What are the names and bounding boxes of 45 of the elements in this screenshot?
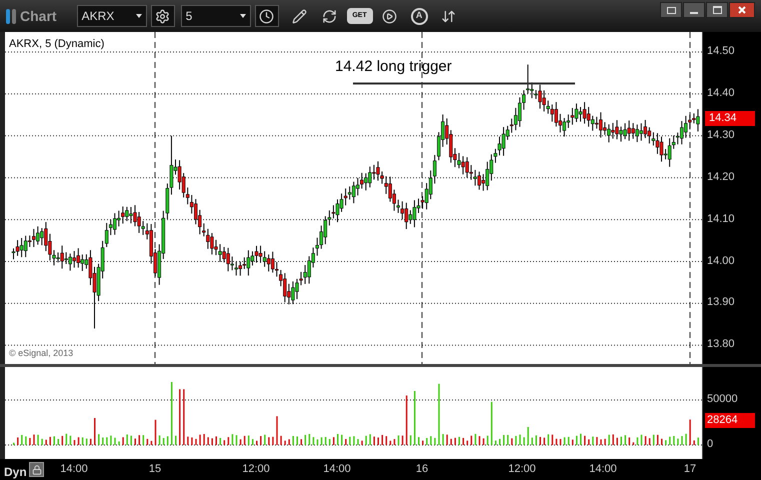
close-button[interactable] [729,2,755,18]
minimize-button[interactable] [683,2,705,18]
time-tick-label: 14:00 [60,464,88,475]
volume-tick-label: 0 [707,439,714,450]
volume-tick-label: 50000 [707,394,738,405]
up-down-arrows-icon [441,8,456,24]
current-volume-badge: 28264 [705,413,755,428]
symbol-dropdown[interactable]: AKRX [76,5,147,27]
auto-button[interactable]: A [410,8,428,24]
caret-icon [136,14,142,18]
time-tick-label: 16 [416,464,428,475]
price-tick-label: 14.00 [707,256,735,266]
clock-button[interactable] [254,5,279,27]
price-tick-label: 14.40 [707,88,735,99]
time-tick-label: 12:00 [242,464,270,475]
price-tick-label: 13.80 [707,339,735,350]
copyright-text: © eSignal, 2013 [9,347,74,360]
price-tick-label: 13.90 [707,297,735,308]
pencil-icon [292,8,308,24]
window-title: Chart [20,6,57,26]
time-tick-label: 14:00 [589,464,617,475]
play-icon [382,8,398,24]
chart-window-icon [6,8,16,24]
gear-icon [155,8,170,24]
current-price-badge: 14.34 [705,111,755,126]
interval-dropdown[interactable]: 5 [180,5,251,27]
price-tick-label: 14.30 [707,130,735,141]
annotation-label: 14.42 long trigger [335,57,452,77]
lock-button[interactable] [29,462,44,477]
chart-legend: AKRX, 5 (Dynamic) [9,36,104,52]
settings-button[interactable] [150,5,175,27]
restore-button[interactable] [660,2,682,18]
time-tick-label: 15 [148,464,162,475]
maximize-button[interactable] [706,2,728,18]
price-tick-label: 14.50 [707,46,735,57]
time-tick-label: 17 [684,464,696,475]
dynamic-mode-label: Dyn [4,464,27,480]
close-icon [738,6,746,14]
caret-icon [240,14,246,18]
time-tick-label: 14:00 [323,464,351,475]
time-tick-label: 12:00 [508,464,536,475]
clock-icon [259,8,274,24]
circular-arrows-icon [322,8,338,24]
price-tick-label: 14.10 [707,214,735,225]
price-tick-label: 14.20 [707,172,735,183]
